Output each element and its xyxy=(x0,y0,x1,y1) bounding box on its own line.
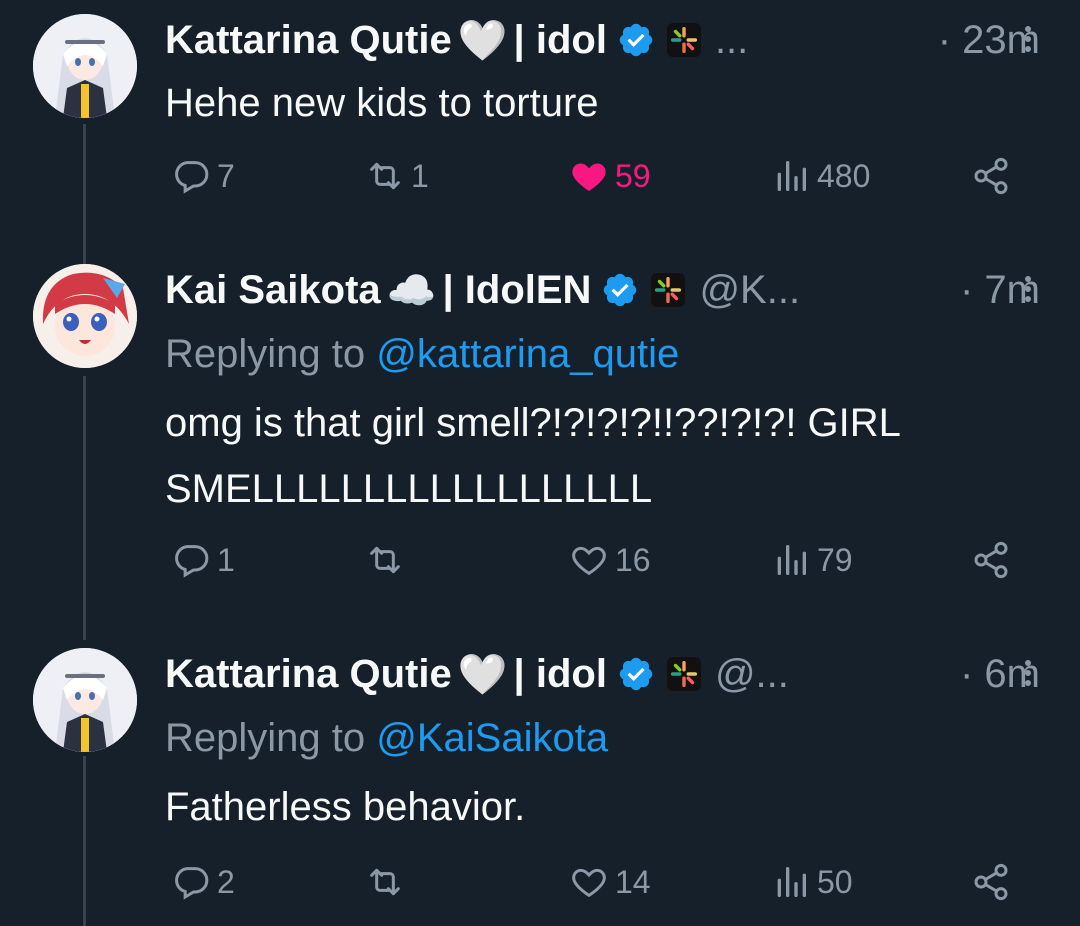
share-icon xyxy=(974,157,1008,195)
like-count: 14 xyxy=(615,863,651,900)
name-emoji: 🤍 xyxy=(457,652,508,697)
heart-icon xyxy=(572,163,606,191)
retweet-icon xyxy=(370,868,400,896)
handle[interactable]: @K... xyxy=(699,268,800,313)
name-emoji: 🤍 xyxy=(457,18,508,63)
view-count: 480 xyxy=(817,157,871,194)
like-count: 16 xyxy=(615,541,651,578)
tweet-actions: 7 1 59 480 xyxy=(165,156,1025,206)
views-icon xyxy=(777,161,806,191)
replying-to: Replying to @KaiSaikota xyxy=(165,716,608,761)
replying-to: Replying to @kattarina_qutie xyxy=(165,332,679,377)
retweet-button[interactable] xyxy=(365,862,411,902)
tweet-actions: 2 14 50 xyxy=(165,862,1025,912)
display-name-suffix[interactable]: | idol xyxy=(514,652,607,697)
retweet-button[interactable]: 1 xyxy=(365,156,429,196)
more-options-icon[interactable] xyxy=(1022,22,1034,62)
affiliate-badge-icon[interactable] xyxy=(666,23,701,57)
like-button[interactable]: 14 xyxy=(569,862,651,902)
replying-to-label: Replying to xyxy=(165,716,377,760)
retweet-icon xyxy=(370,546,400,574)
name-emoji: ☁️ xyxy=(386,268,437,313)
like-button[interactable]: 16 xyxy=(569,540,651,580)
tweet-text: Fatherless behavior. xyxy=(165,785,526,829)
verified-badge-icon xyxy=(604,273,637,307)
retweet-button[interactable] xyxy=(365,540,411,580)
replying-to-mention[interactable]: @kattarina_qutie xyxy=(376,332,679,376)
display-name[interactable]: Kai Saikota xyxy=(165,268,381,313)
display-name-suffix[interactable]: | IdolEN xyxy=(442,268,591,313)
tweet-text: Hehe new kids to torture xyxy=(165,81,599,125)
reply-icon xyxy=(175,161,209,194)
handle[interactable]: ... xyxy=(715,18,748,63)
retweet-count: 1 xyxy=(411,157,429,194)
replying-to-label: Replying to xyxy=(165,332,377,376)
verified-badge-icon xyxy=(619,657,653,691)
heart-icon xyxy=(572,868,606,898)
more-options-icon[interactable] xyxy=(1022,272,1034,312)
handle[interactable]: @... xyxy=(715,652,789,697)
view-count: 50 xyxy=(817,863,853,900)
display-name[interactable]: Kattarina Qutie xyxy=(165,652,452,697)
views-icon xyxy=(777,867,806,897)
views-button[interactable]: 79 xyxy=(771,540,853,580)
share-icon xyxy=(974,863,1008,901)
tweet[interactable]: Kattarina Qutie 🤍 | idol @... · 6m Reply… xyxy=(0,634,1080,926)
display-name[interactable]: Kattarina Qutie xyxy=(165,18,452,63)
verified-badge-icon xyxy=(619,23,653,57)
reply-count: 7 xyxy=(217,157,235,194)
tweet-header: Kattarina Qutie 🤍 | idol ... · 23m xyxy=(165,10,1040,70)
retweet-icon xyxy=(370,162,400,190)
views-button[interactable]: 480 xyxy=(771,156,870,196)
views-button[interactable]: 50 xyxy=(771,862,853,902)
avatar[interactable] xyxy=(33,648,137,752)
share-icon xyxy=(974,541,1008,579)
avatar[interactable] xyxy=(33,264,137,368)
tweet-header: Kattarina Qutie 🤍 | idol @... · 6m xyxy=(165,644,1040,704)
reply-button[interactable]: 7 xyxy=(171,156,235,196)
share-button[interactable] xyxy=(971,862,1011,902)
reply-button[interactable]: 2 xyxy=(171,862,235,902)
share-button[interactable] xyxy=(971,540,1011,580)
replying-to-mention[interactable]: @KaiSaikota xyxy=(376,716,608,760)
heart-icon xyxy=(572,546,606,576)
reply-icon xyxy=(175,545,209,578)
reply-button[interactable]: 1 xyxy=(171,540,235,580)
like-count: 59 xyxy=(615,157,651,194)
affiliate-badge-icon[interactable] xyxy=(651,273,686,307)
display-name-suffix[interactable]: | idol xyxy=(514,18,607,63)
tweet[interactable]: Kattarina Qutie 🤍 | idol ... · 23m Hehe … xyxy=(0,0,1080,230)
share-button[interactable] xyxy=(971,156,1011,196)
avatar[interactable] xyxy=(33,14,137,118)
reply-count: 1 xyxy=(217,541,235,578)
view-count: 79 xyxy=(817,541,853,578)
tweet-header: Kai Saikota ☁️ | IdolEN @K... · 7m xyxy=(165,260,1040,320)
like-button[interactable]: 59 xyxy=(569,156,651,196)
more-options-icon[interactable] xyxy=(1022,656,1034,696)
reply-icon xyxy=(175,867,209,900)
affiliate-badge-icon[interactable] xyxy=(666,657,701,691)
tweet-actions: 1 16 79 xyxy=(165,540,1025,590)
reply-count: 2 xyxy=(217,863,235,900)
tweet-text: omg is that girl smell?!?!?!?!!??!?!?! G… xyxy=(165,401,900,511)
views-icon xyxy=(777,545,806,575)
tweet[interactable]: Kai Saikota ☁️ | IdolEN @K... · 7m Reply… xyxy=(0,250,1080,630)
